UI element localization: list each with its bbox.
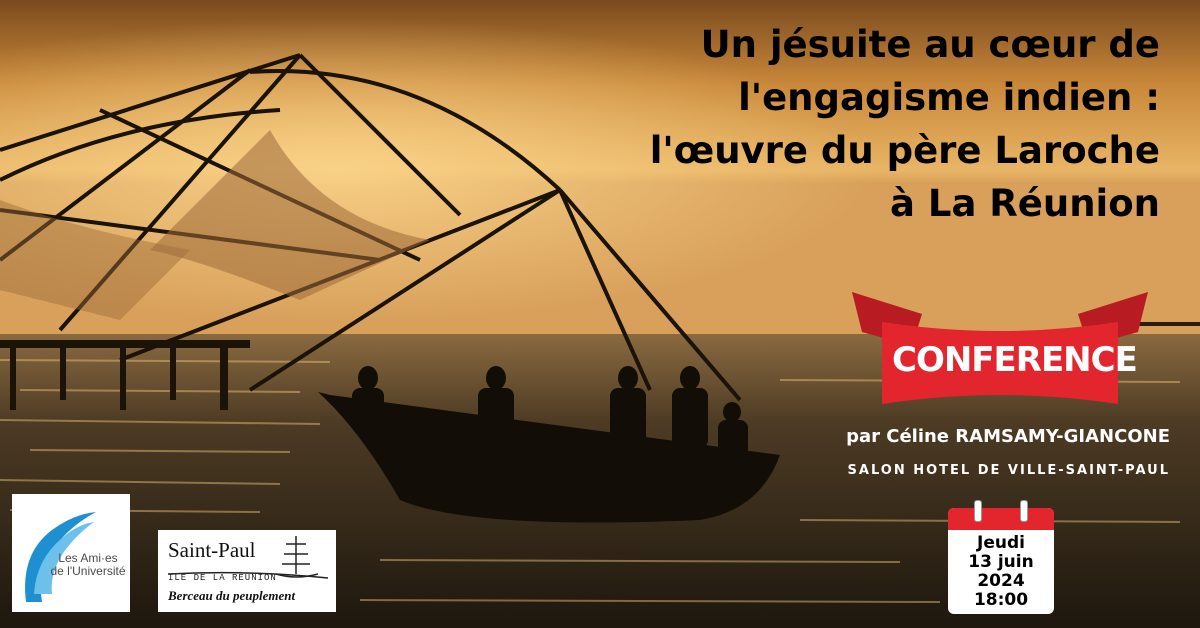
logo-amis-line2: de l'Université: [50, 564, 126, 578]
conference-banner: CONFERENCE: [852, 292, 1148, 410]
calendar-page: Jeudi 13 juin 2024 18:00: [948, 508, 1054, 614]
calendar-ring-icon: [974, 500, 982, 522]
logo-saint-paul-subtitle: ILE DE LA REUNION: [168, 573, 277, 583]
title-line-1: Un jésuite au cœur de: [700, 23, 1160, 66]
calendar-year: 2024: [977, 571, 1025, 591]
calendar-date-text: 13 juin: [968, 552, 1034, 572]
logo-saint-paul-tagline: Berceau du peuplement: [168, 588, 296, 603]
calendar-header: [948, 508, 1054, 530]
calendar-time: 18:00: [973, 590, 1029, 610]
calendar-day: Jeudi: [977, 533, 1025, 553]
speaker-text: par Céline RAMSAMY-GIANCONE: [846, 426, 1170, 447]
logo-amis-universite: Les Ami·es de l'Université: [12, 494, 130, 612]
title-line-2: l'engagisme indien :: [738, 76, 1160, 119]
event-title: Un jésuite au cœur de l'engagisme indien…: [540, 18, 1160, 230]
title-line-3: l'œuvre du père Laroche: [649, 129, 1160, 172]
venue-text: SALON HOTEL DE VILLE-SAINT-PAUL: [847, 463, 1170, 478]
calendar-date: Jeudi 13 juin 2024 18:00: [948, 500, 1054, 614]
calendar-ring-icon: [1020, 500, 1028, 522]
logo-saint-paul-name: Saint-Paul: [168, 538, 256, 562]
logo-amis-text: Les Ami·es de l'Université: [46, 552, 130, 578]
conference-label: CONFERENCE: [892, 340, 1138, 380]
logo-saint-paul: Saint-Paul ILE DE LA REUNION Berceau du …: [158, 530, 336, 612]
title-line-4: à La Réunion: [890, 182, 1160, 225]
calendar-text: Jeudi 13 juin 2024 18:00: [948, 534, 1054, 610]
